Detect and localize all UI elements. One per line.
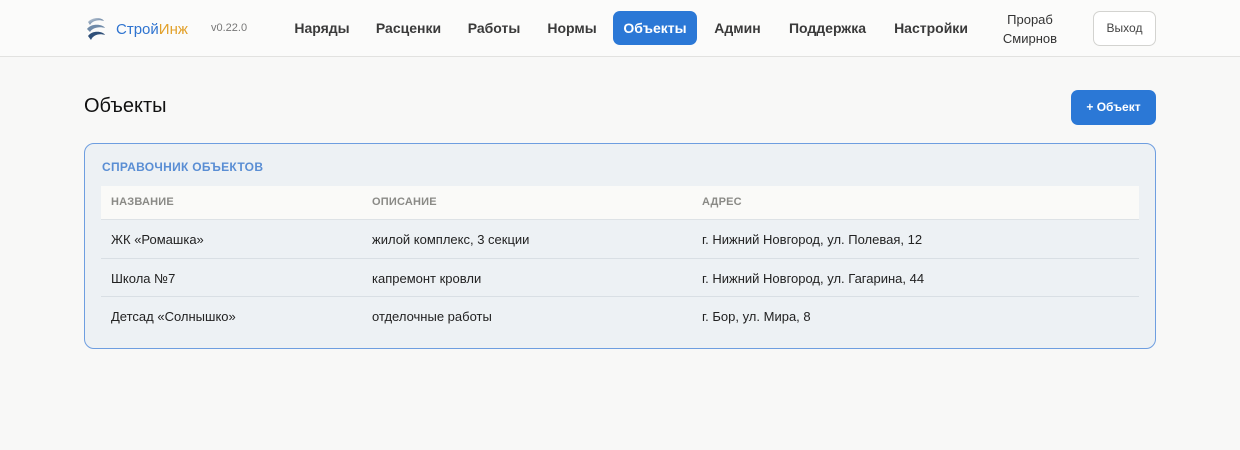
nav-item-admin[interactable]: Админ: [704, 11, 771, 45]
card-title: СПРАВОЧНИК ОБЪЕКТОВ: [102, 160, 264, 174]
add-object-button[interactable]: + Объект: [1071, 90, 1156, 125]
app-name: СтройИнж: [116, 21, 188, 38]
nav-item-orders[interactable]: Наряды: [284, 11, 360, 45]
objects-table: НАЗВАНИЕ ОПИСАНИЕ АДРЕС ЖК «Ромашка» жил…: [101, 186, 1139, 336]
page-title: Объекты: [84, 95, 167, 117]
nav-item-works[interactable]: Работы: [458, 11, 530, 45]
top-navigation-bar: СтройИнж v0.22.0 Наряды Расценки Работы …: [0, 0, 1240, 57]
nav-item-norms[interactable]: Нормы: [538, 11, 606, 45]
current-user: Прораб Смирнов: [990, 10, 1070, 48]
brand[interactable]: СтройИнж: [84, 14, 188, 44]
nav-item-settings[interactable]: Настройки: [884, 11, 978, 45]
cell-name: Детсад «Солнышко»: [111, 309, 236, 324]
column-header-description[interactable]: ОПИСАНИЕ: [372, 196, 437, 208]
column-header-address[interactable]: АДРЕС: [702, 196, 742, 208]
cell-description: капремонт кровли: [372, 270, 482, 286]
table-row[interactable]: ЖК «Ромашка» жилой комплекс, 3 секции г.…: [101, 220, 1139, 259]
objects-card: СПРАВОЧНИК ОБЪЕКТОВ НАЗВАНИЕ ОПИСАНИЕ АД…: [84, 143, 1156, 349]
cell-name: ЖК «Ромашка»: [111, 232, 204, 247]
cell-address: г. Нижний Новгород, ул. Гагарина, 44: [702, 270, 925, 286]
user-name: Смирнов: [1002, 31, 1058, 46]
spiral-logo-icon: [87, 18, 105, 40]
logout-button[interactable]: Выход: [1093, 11, 1156, 46]
nav-item-support[interactable]: Поддержка: [779, 11, 876, 45]
nav-item-rates[interactable]: Расценки: [367, 11, 450, 45]
cell-description: отделочные работы: [372, 309, 492, 324]
version-label: v0.22.0: [211, 22, 248, 34]
user-role: Прораб: [1007, 12, 1053, 27]
table-header: НАЗВАНИЕ ОПИСАНИЕ АДРЕС: [101, 186, 1139, 220]
nav-item-objects[interactable]: Объекты: [613, 11, 697, 45]
cell-description: жилой комплекс, 3 секции: [372, 232, 530, 247]
table-row[interactable]: Школа №7 капремонт кровли г. Нижний Новг…: [101, 259, 1139, 297]
cell-address: г. Нижний Новгород, ул. Полевая, 12: [702, 232, 923, 247]
app-name-part2: Инж: [158, 20, 188, 38]
app-name-part1: Строй: [116, 20, 159, 38]
table-row[interactable]: Детсад «Солнышко» отделочные работы г. Б…: [101, 297, 1139, 336]
cell-address: г. Бор, ул. Мира, 8: [702, 309, 811, 324]
column-header-name[interactable]: НАЗВАНИЕ: [111, 196, 174, 208]
cell-name: Школа №7: [111, 270, 176, 286]
